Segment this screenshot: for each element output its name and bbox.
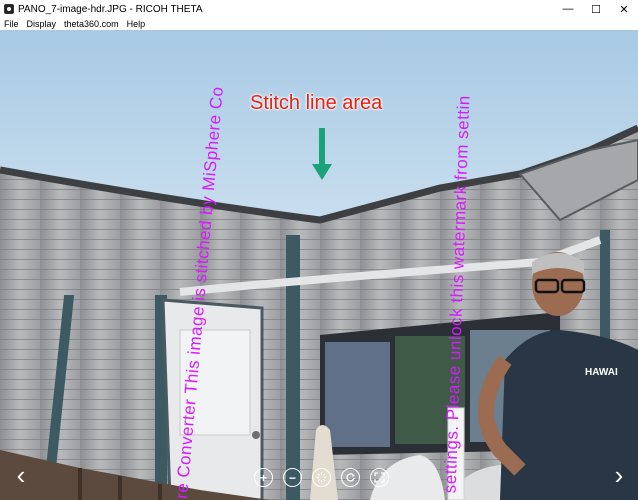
menu-help[interactable]: Help xyxy=(123,18,150,30)
rotate-icon[interactable] xyxy=(341,468,360,487)
menu-theta360[interactable]: theta360.com xyxy=(60,18,123,30)
maximize-button[interactable]: ☐ xyxy=(582,0,610,18)
close-button[interactable]: ✕ xyxy=(610,0,638,18)
menu-bar: File Display theta360.com Help xyxy=(0,18,638,30)
fullscreen-icon[interactable] xyxy=(370,468,389,487)
next-image-button[interactable]: › xyxy=(608,460,630,490)
previous-image-button[interactable]: ‹ xyxy=(10,460,32,490)
ricoh-theta-app-icon xyxy=(4,4,14,14)
menu-file[interactable]: File xyxy=(0,18,23,30)
title-bar: PANO_7-image-hdr.JPG - RICOH THETA — ☐ ✕ xyxy=(0,0,638,18)
svg-text:HAWAI: HAWAI xyxy=(585,367,618,378)
panorama-viewer[interactable]: HAWAI Stitch line area re Converter This… xyxy=(0,30,638,500)
viewer-toolbar: + − xyxy=(254,468,389,487)
menu-display[interactable]: Display xyxy=(23,18,61,30)
autoplay-icon[interactable] xyxy=(312,468,331,487)
stitch-line-label: Stitch line area xyxy=(250,92,383,114)
minimize-button[interactable]: — xyxy=(554,0,582,18)
zoom-out-icon[interactable]: − xyxy=(283,468,302,487)
window-title: PANO_7-image-hdr.JPG - RICOH THETA xyxy=(18,3,203,15)
zoom-in-icon[interactable]: + xyxy=(254,468,273,487)
